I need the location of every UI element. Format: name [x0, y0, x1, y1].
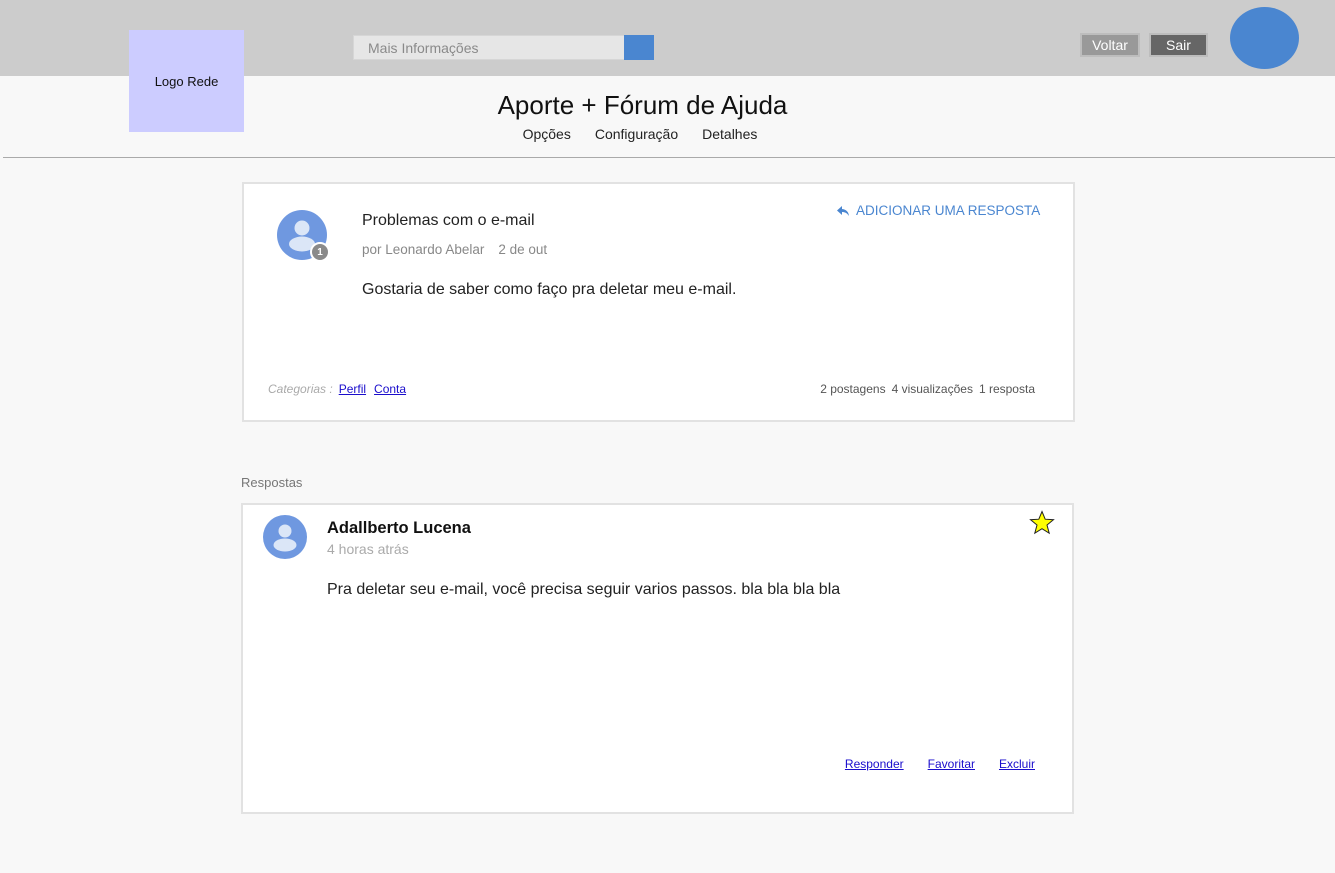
stat-replies: 1 resposta	[978, 382, 1035, 396]
search-input[interactable]	[353, 35, 625, 60]
post-date: 2 de out	[498, 242, 548, 257]
respond-link[interactable]: Responder	[845, 757, 904, 771]
stat-posts: 2 postagens	[820, 382, 886, 396]
back-button[interactable]: Voltar	[1080, 33, 1140, 57]
nav-item-detalhes[interactable]: Detalhes	[702, 126, 757, 142]
logo[interactable]: Logo Rede	[129, 30, 244, 132]
answer-author: Adallberto Lucena	[327, 519, 471, 537]
question-card: 1 Problemas com o e-mail por Leonardo Ab…	[242, 182, 1075, 422]
exit-button[interactable]: Sair	[1149, 33, 1208, 57]
answer-body: Pra deletar seu e-mail, você precisa seg…	[327, 581, 841, 598]
stat-views: 4 visualizações	[891, 382, 973, 396]
add-reply-label: ADICIONAR UMA RESPOSTA	[856, 203, 1041, 218]
post-title: Problemas com o e-mail	[362, 212, 535, 229]
answer-card: Adallberto Lucena 4 horas atrás Pra dele…	[241, 503, 1074, 814]
delete-link[interactable]: Excluir	[999, 757, 1035, 771]
answer-actions: Responder Favoritar Excluir	[845, 757, 1035, 771]
post-body: Gostaria de saber como faço pra deletar …	[362, 281, 737, 298]
categories: Categorias : Perfil Conta	[268, 382, 414, 396]
reply-arrow-icon	[837, 205, 849, 216]
search-button[interactable]	[624, 35, 654, 60]
logo-text: Logo Rede	[154, 73, 219, 89]
add-reply-button[interactable]: ADICIONAR UMA RESPOSTA	[836, 203, 1040, 218]
user-avatar[interactable]	[1230, 7, 1299, 69]
answers-section-label: Respostas	[241, 475, 303, 490]
category-link-perfil[interactable]: Perfil	[339, 382, 366, 396]
post-count-badge: 1	[310, 242, 330, 262]
nav-item-configuracao[interactable]: Configuração	[595, 126, 678, 142]
favorite-link[interactable]: Favoritar	[928, 757, 975, 771]
category-link-conta[interactable]: Conta	[374, 382, 406, 396]
categories-label: Categorias :	[268, 382, 333, 396]
post-stats: 2 postagens 4 visualizações 1 resposta	[820, 382, 1035, 396]
star-icon[interactable]	[1029, 510, 1055, 536]
nav-item-opcoes[interactable]: Opções	[523, 126, 571, 142]
user-avatar-icon	[263, 515, 307, 559]
answer-time: 4 horas atrás	[327, 541, 409, 557]
post-author: por Leonardo Abelar	[362, 242, 485, 257]
header-divider	[3, 157, 1335, 158]
post-meta: por Leonardo Abelar 2 de out	[362, 242, 547, 257]
